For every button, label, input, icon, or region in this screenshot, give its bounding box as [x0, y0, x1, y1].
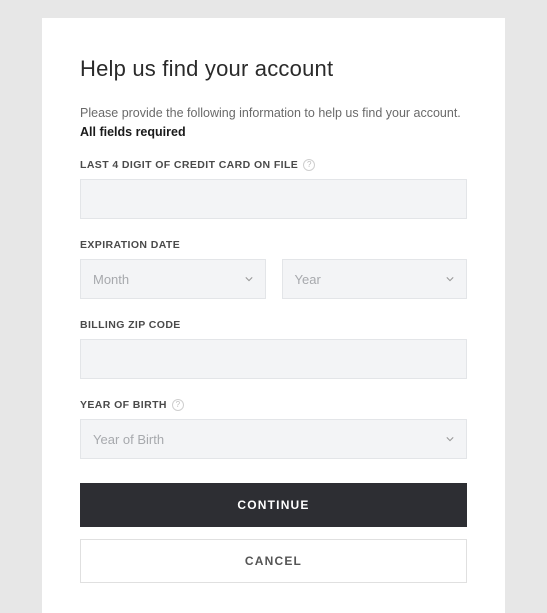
field-birth: YEAR OF BIRTH ? Year of Birth [80, 399, 467, 459]
continue-button[interactable]: CONTINUE [80, 483, 467, 527]
birth-select[interactable]: Year of Birth [80, 419, 467, 459]
page-title: Help us find your account [80, 56, 467, 82]
expiration-row: Month Year [80, 259, 467, 299]
label-row: LAST 4 DIGIT OF CREDIT CARD ON FILE ? [80, 159, 467, 171]
year-placeholder: Year [295, 272, 321, 287]
month-select[interactable]: Month [80, 259, 266, 299]
zip-input[interactable] [80, 339, 467, 379]
chevron-down-icon [245, 275, 253, 283]
form-card: Help us find your account Please provide… [42, 18, 505, 613]
last4-label: LAST 4 DIGIT OF CREDIT CARD ON FILE [80, 159, 298, 171]
last4-input[interactable] [80, 179, 467, 219]
cancel-label: CANCEL [245, 554, 302, 568]
birth-placeholder: Year of Birth [93, 432, 164, 447]
required-note: All fields required [80, 125, 467, 139]
help-icon[interactable]: ? [303, 159, 315, 171]
label-row: EXPIRATION DATE [80, 239, 467, 251]
field-expiration: EXPIRATION DATE Month Year [80, 239, 467, 299]
chevron-down-icon [446, 435, 454, 443]
label-row: YEAR OF BIRTH ? [80, 399, 467, 411]
year-select[interactable]: Year [282, 259, 468, 299]
help-icon[interactable]: ? [172, 399, 184, 411]
zip-label: BILLING ZIP CODE [80, 319, 181, 331]
continue-label: CONTINUE [237, 498, 309, 512]
field-zip: BILLING ZIP CODE [80, 319, 467, 379]
label-row: BILLING ZIP CODE [80, 319, 467, 331]
description: Please provide the following information… [80, 104, 467, 123]
month-placeholder: Month [93, 272, 129, 287]
chevron-down-icon [446, 275, 454, 283]
cancel-button[interactable]: CANCEL [80, 539, 467, 583]
field-last4: LAST 4 DIGIT OF CREDIT CARD ON FILE ? [80, 159, 467, 219]
expiration-label: EXPIRATION DATE [80, 239, 180, 251]
birth-label: YEAR OF BIRTH [80, 399, 167, 411]
